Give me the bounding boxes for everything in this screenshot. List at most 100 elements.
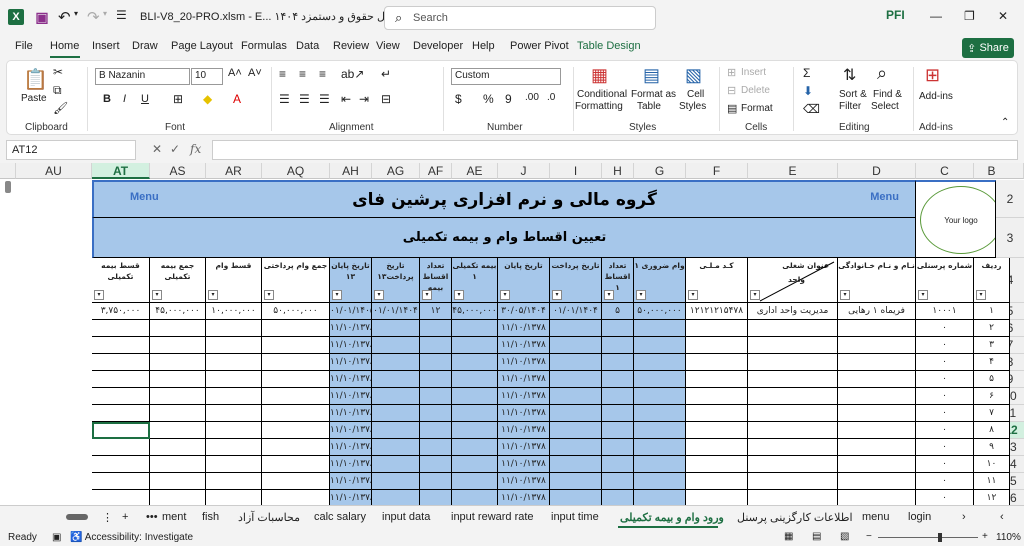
table-cell[interactable] xyxy=(550,388,602,405)
table-cell[interactable]: ۰ xyxy=(916,354,974,371)
table-cell[interactable] xyxy=(748,422,838,439)
tab-home[interactable]: Home xyxy=(50,40,79,52)
table-cell[interactable] xyxy=(550,490,602,505)
table-cell[interactable] xyxy=(372,490,420,505)
merge-icon[interactable]: ⊟ xyxy=(381,92,391,106)
table-cell[interactable] xyxy=(420,439,452,456)
table-cell[interactable] xyxy=(262,388,330,405)
tab-developer[interactable]: Developer xyxy=(413,40,463,52)
table-cell[interactable] xyxy=(262,320,330,337)
conditional-formatting-button-line2[interactable]: Formatting xyxy=(575,101,623,112)
table-cell[interactable] xyxy=(452,473,498,490)
table-cell[interactable]: ۳۰/۰۵/۱۴۰۴ xyxy=(498,303,550,320)
number-format-combo[interactable]: Custom xyxy=(451,68,561,85)
table-cell[interactable] xyxy=(838,337,916,354)
table-cell[interactable] xyxy=(206,320,262,337)
table-cell[interactable] xyxy=(150,473,206,490)
table-cell[interactable] xyxy=(602,473,634,490)
zoom-slider-thumb[interactable] xyxy=(938,533,942,542)
table-cell[interactable] xyxy=(686,422,748,439)
table-cell[interactable] xyxy=(420,354,452,371)
table-cell[interactable]: ۱۱/۱۰/۱۳۷۸ xyxy=(498,388,550,405)
sheet-tab[interactable]: input data xyxy=(382,511,430,523)
table-cell[interactable] xyxy=(602,337,634,354)
table-cell[interactable] xyxy=(206,354,262,371)
table-cell[interactable] xyxy=(262,490,330,505)
table-cell[interactable] xyxy=(262,354,330,371)
cell-styles-button[interactable]: Cell xyxy=(687,89,704,100)
column-header[interactable]: AU xyxy=(16,163,92,179)
table-cell[interactable]: ۱۲۱۲۱۲۱۵۴۷۸ xyxy=(686,303,748,320)
table-cell[interactable] xyxy=(206,337,262,354)
table-cell[interactable]: ۱۰ xyxy=(974,456,1010,473)
table-cell[interactable] xyxy=(452,405,498,422)
add-ins-icon[interactable]: ⊞ xyxy=(925,65,940,86)
align-top-icon[interactable]: ≡ xyxy=(279,67,286,81)
table-cell[interactable] xyxy=(634,439,686,456)
minimize-icon[interactable]: — xyxy=(930,9,942,23)
table-cell[interactable] xyxy=(838,422,916,439)
table-cell[interactable] xyxy=(686,456,748,473)
table-cell[interactable] xyxy=(206,473,262,490)
table-cell[interactable] xyxy=(550,439,602,456)
prev-sheet-icon[interactable]: ‹ xyxy=(1000,511,1004,523)
page-break-view-icon[interactable]: ▧ xyxy=(840,531,849,542)
table-cell[interactable] xyxy=(838,320,916,337)
table-cell[interactable] xyxy=(634,456,686,473)
table-cell[interactable] xyxy=(92,354,150,371)
table-cell[interactable]: ۵ xyxy=(974,371,1010,388)
filter-dropdown-icon[interactable]: ▾ xyxy=(552,290,562,300)
align-right-icon[interactable]: ☰ xyxy=(319,92,330,106)
table-cell[interactable]: ۰ xyxy=(916,422,974,439)
column-header[interactable]: I xyxy=(550,163,602,179)
column-header[interactable]: AR xyxy=(206,163,262,179)
horizontal-scroll-thumb[interactable] xyxy=(66,514,88,520)
table-cell[interactable]: ۱۱/۱۰/۱۳۷۸ xyxy=(330,320,372,337)
filter-dropdown-icon[interactable]: ▾ xyxy=(976,290,986,300)
table-cell[interactable] xyxy=(838,490,916,505)
table-cell[interactable] xyxy=(372,371,420,388)
table-cell[interactable] xyxy=(686,490,748,505)
borders-icon[interactable]: ⊞ xyxy=(173,92,183,106)
column-header[interactable]: AF xyxy=(420,163,452,179)
restore-icon[interactable]: ❐ xyxy=(964,9,975,23)
undo-dropdown-icon[interactable]: ▾ xyxy=(74,9,78,18)
table-cell[interactable] xyxy=(92,388,150,405)
format-painter-icon[interactable]: 🖌 xyxy=(53,101,68,115)
align-bottom-icon[interactable]: ≡ xyxy=(319,67,326,81)
table-cell[interactable]: ۴۵,۰۰۰,۰۰۰ xyxy=(452,303,498,320)
tab-review[interactable]: Review xyxy=(333,40,369,52)
font-color-icon[interactable]: A xyxy=(233,92,241,106)
table-cell[interactable]: ۰ xyxy=(916,456,974,473)
increase-decimal-icon[interactable]: .00 xyxy=(525,92,539,103)
redo-dropdown-icon[interactable]: ▾ xyxy=(103,9,107,18)
table-cell[interactable] xyxy=(634,422,686,439)
table-cell[interactable]: ۱۱/۱۰/۱۳۷۸ xyxy=(498,439,550,456)
align-left-icon[interactable]: ☰ xyxy=(279,92,290,106)
tab-formulas[interactable]: Formulas xyxy=(241,40,287,52)
conditional-formatting-icon[interactable]: ▦ xyxy=(591,65,608,86)
filter-dropdown-icon[interactable]: ▾ xyxy=(374,290,384,300)
table-cell[interactable]: ۱۱/۱۰/۱۳۷۸ xyxy=(498,422,550,439)
sheet-tab[interactable]: ment xyxy=(162,511,186,523)
table-cell[interactable] xyxy=(838,456,916,473)
copy-icon[interactable]: ⧉ xyxy=(53,83,62,98)
enter-icon[interactable]: ✓ xyxy=(170,142,180,156)
delete-cells-icon[interactable]: ⊟ xyxy=(727,84,736,97)
table-cell[interactable] xyxy=(634,337,686,354)
table-cell[interactable]: ۱۱/۱۰/۱۳۷۸ xyxy=(330,456,372,473)
name-box[interactable]: AT12 xyxy=(6,140,136,160)
table-cell[interactable] xyxy=(150,456,206,473)
align-center-icon[interactable]: ☰ xyxy=(299,92,310,106)
table-cell[interactable]: ۱۱/۱۰/۱۳۷۸ xyxy=(330,371,372,388)
table-cell[interactable] xyxy=(634,371,686,388)
table-cell[interactable] xyxy=(372,473,420,490)
comma-icon[interactable]: 9 xyxy=(505,92,512,106)
table-cell[interactable] xyxy=(150,439,206,456)
table-cell[interactable] xyxy=(452,422,498,439)
cancel-icon[interactable]: ✕ xyxy=(152,142,162,156)
filter-dropdown-icon[interactable]: ▾ xyxy=(918,290,928,300)
table-cell[interactable] xyxy=(92,473,150,490)
formula-input[interactable] xyxy=(212,140,1018,160)
column-header[interactable]: C xyxy=(916,163,974,179)
